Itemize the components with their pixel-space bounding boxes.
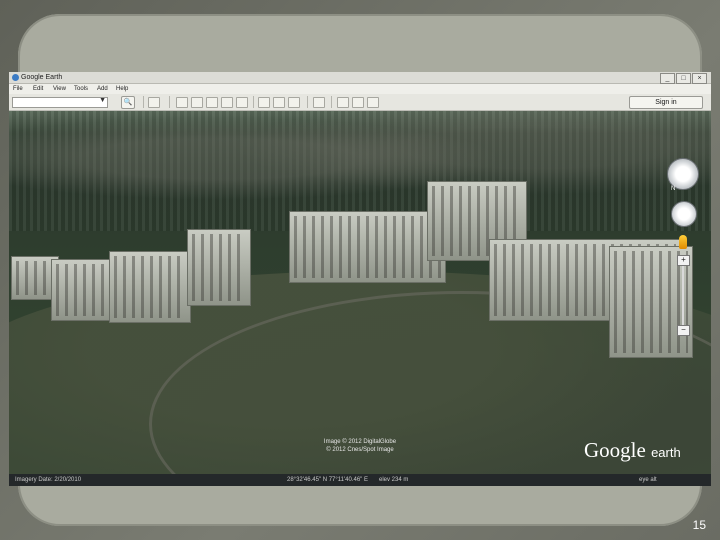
placemark-icon[interactable]	[176, 97, 188, 108]
building-3d	[109, 251, 191, 323]
building-3d	[51, 259, 113, 321]
menu-help[interactable]: Help	[116, 84, 128, 94]
close-button[interactable]: ×	[692, 73, 707, 84]
planets-icon[interactable]	[288, 97, 300, 108]
imagery-date: Imagery Date: 2/20/2010	[15, 477, 82, 483]
eye-altitude: eye alt	[639, 477, 657, 483]
building-3d	[187, 229, 251, 306]
building-3d	[289, 211, 446, 283]
menu-tools[interactable]: Tools	[74, 84, 88, 94]
status-bar: Imagery Date: 2/20/2010 28°32'46.45" N 7…	[9, 474, 711, 486]
search-dropdown-icon[interactable]: ▼	[99, 97, 106, 104]
window-title: Google Earth	[21, 74, 63, 81]
historical-imagery-icon[interactable]	[258, 97, 270, 108]
menu-bar: File Edit View Tools Add Help	[9, 84, 711, 94]
zoom-out-button[interactable]: −	[677, 325, 690, 336]
sunlight-icon[interactable]	[273, 97, 285, 108]
search-input[interactable]: ▼	[12, 97, 108, 108]
image-overlay-icon[interactable]	[221, 97, 233, 108]
sign-in-button[interactable]: Sign in	[629, 96, 703, 109]
search-button[interactable]: 🔍	[121, 96, 135, 109]
record-tour-icon[interactable]	[236, 97, 248, 108]
toolbar-separator	[307, 96, 308, 108]
coordinates: 28°32'46.45" N 77°11'40.46" E	[287, 477, 368, 483]
sidebar-toggle-icon[interactable]	[148, 97, 160, 108]
email-icon[interactable]	[337, 97, 349, 108]
print-icon[interactable]	[352, 97, 364, 108]
menu-file[interactable]: File	[13, 84, 23, 94]
ruler-icon[interactable]	[313, 97, 325, 108]
3d-viewer[interactable]: N + −	[9, 111, 711, 481]
menu-edit[interactable]: Edit	[33, 84, 43, 94]
zoom-in-button[interactable]: +	[677, 255, 690, 266]
toolbar-separator	[143, 96, 144, 108]
toolbar: ▼ 🔍 Sign in	[9, 94, 711, 111]
zoom-slider[interactable]	[682, 261, 684, 329]
logo-text: Google	[584, 438, 646, 462]
view-in-maps-icon[interactable]	[367, 97, 379, 108]
imagery-credit-line: Image © 2012 DigitalGlobe	[323, 439, 397, 445]
street-view-pegman-icon[interactable]	[679, 235, 687, 249]
move-joystick[interactable]	[671, 201, 697, 227]
google-earth-logo: Google earth	[584, 438, 681, 463]
polygon-icon[interactable]	[191, 97, 203, 108]
minimize-button[interactable]: _	[660, 73, 675, 84]
path-icon[interactable]	[206, 97, 218, 108]
maximize-button[interactable]: □	[676, 73, 691, 84]
menu-view[interactable]: View	[53, 84, 66, 94]
north-label: N	[671, 186, 676, 192]
toolbar-separator	[331, 96, 332, 108]
google-earth-window: Google Earth _ □ × File Edit View Tools …	[9, 72, 711, 486]
logo-suffix: earth	[651, 445, 681, 460]
imagery-credit-line: © 2012 Cnes/Spot Image	[326, 447, 394, 453]
slide-number: 15	[692, 518, 706, 532]
elevation: elev 234 m	[379, 477, 409, 483]
imagery-credit: Image © 2012 DigitalGlobe © 2012 Cnes/Sp…	[300, 438, 420, 454]
toolbar-separator	[169, 96, 170, 108]
title-bar: Google Earth _ □ ×	[9, 72, 711, 84]
toolbar-separator	[253, 96, 254, 108]
menu-add[interactable]: Add	[97, 84, 108, 94]
app-icon	[12, 74, 19, 81]
